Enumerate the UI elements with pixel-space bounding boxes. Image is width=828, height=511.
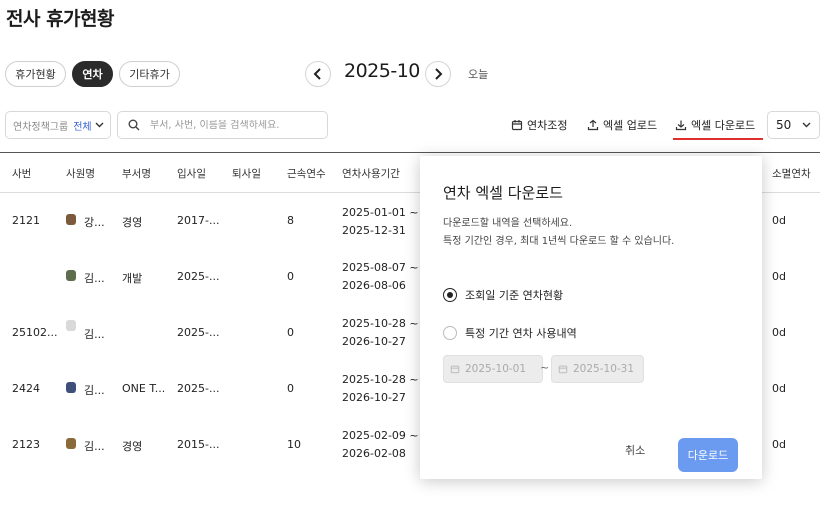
policy-group-select[interactable]: 연차정책그룹 전체 [5,111,111,139]
cell-join-date: 2025-... [177,326,220,339]
upload-icon [587,119,599,131]
cell-join-date: 2015-... [177,438,220,451]
cell-emp-no: 2424 [12,382,40,395]
chevron-down-icon [802,122,811,128]
cell-emp-no: 2123 [12,438,40,451]
prev-month-button[interactable] [305,61,331,87]
cell-period-end: 2026-02-08 [342,447,406,460]
column-header[interactable]: 근속연수 [287,166,326,181]
page-size-select[interactable]: 50 [767,111,820,139]
avatar [66,270,76,281]
cell-period-end: 2026-10-27 [342,335,406,348]
date-to-field[interactable]: 2025-10-31 [551,355,644,383]
chevron-right-icon [435,68,443,80]
cell-name[interactable]: 강... [84,214,105,230]
avatar [66,382,76,393]
cell-dept: 경영 [122,440,143,453]
policy-group-label: 연차정책그룹 [13,121,69,133]
cell-expired: 0d [772,382,786,395]
excel-upload-button[interactable]: 엑셀 업로드 [587,113,657,137]
download-button[interactable]: 다운로드 [678,438,738,472]
excel-download-label: 엑셀 다운로드 [691,119,756,132]
cell-years: 10 [287,438,301,451]
excel-upload-label: 엑셀 업로드 [603,119,658,132]
date-from-value: 2025-10-01 [465,363,527,375]
page-size-value: 50 [776,118,792,132]
cell-emp-no: 2121 [12,214,40,227]
cell-dept: ONE T... [122,382,166,395]
download-icon [675,120,687,131]
cell-expired: 0d [772,214,786,227]
option-period-usage-label: 특정 기간 연차 사용내역 [465,327,577,340]
excel-download-button[interactable]: 엑셀 다운로드 [675,113,755,137]
adjust-leave-label: 연차조정 [527,119,568,132]
cell-emp-no: 25102... [12,326,58,339]
cell-name[interactable]: 김... [84,270,105,286]
cell-join-date: 2025-... [177,382,220,395]
cell-join-date: 2025-... [177,270,220,283]
cell-period-end: 2026-08-06 [342,279,406,292]
option-current-status-label: 조회일 기준 연차현황 [465,289,564,302]
cell-name[interactable]: 김... [84,438,105,454]
excel-download-dialog: 연차 엑셀 다운로드 다운로드할 내역을 선택하세요. 특정 기간인 경우, 최… [420,156,762,479]
column-header[interactable]: 퇴사일 [232,166,261,181]
cell-period-end: 2025-12-31 [342,224,406,237]
cell-name[interactable]: 김... [84,382,105,398]
cancel-button[interactable]: 취소 [625,442,645,458]
cell-years: 8 [287,214,294,227]
option-period-usage[interactable]: 특정 기간 연차 사용내역 [443,325,643,341]
cell-years: 0 [287,382,294,395]
avatar [66,438,76,449]
dialog-title: 연차 엑셀 다운로드 [443,184,563,202]
column-header[interactable]: 소멸연차 [772,166,811,181]
column-header[interactable]: 연차사용기간 [342,166,400,181]
cell-dept: 경영 [122,216,143,229]
cell-dept: 개발 [122,272,143,285]
avatar [66,320,76,331]
date-separator: ~ [540,361,550,374]
cell-join-date: 2017-... [177,214,220,227]
current-month: 2025-10 [344,60,420,82]
page-title: 전사 휴가현황 [6,8,115,30]
next-month-button[interactable] [425,61,451,87]
column-header[interactable]: 부서명 [122,166,151,181]
cell-expired: 0d [772,270,786,283]
tab-other-leave[interactable]: 기타휴가 [119,61,180,87]
column-header[interactable]: 사원명 [66,166,95,181]
option-current-status[interactable]: 조회일 기준 연차현황 [443,287,643,303]
search-input[interactable] [150,119,320,131]
calendar-icon [558,365,568,374]
cell-expired: 0d [772,326,786,339]
tab-annual-leave[interactable]: 연차 [72,61,113,87]
search-box[interactable] [117,111,328,139]
cell-years: 0 [287,326,294,339]
tab-vacation-status[interactable]: 휴가현황 [5,61,66,87]
column-header[interactable]: 입사일 [177,166,206,181]
active-tool-underline [673,138,763,140]
today-button[interactable]: 오늘 [468,66,488,82]
chevron-down-icon [95,122,104,128]
chevron-left-icon [313,68,321,80]
avatar [66,214,76,225]
date-from-field[interactable]: 2025-10-01 [443,355,543,383]
cell-years: 0 [287,270,294,283]
calendar-icon [450,365,460,374]
cell-name[interactable]: 김... [84,326,105,342]
column-header[interactable]: 사번 [12,166,31,181]
calendar-icon [511,120,523,131]
dialog-description: 특정 기간인 경우, 최대 1년씩 다운로드 할 수 있습니다. [443,236,675,247]
radio-unchecked[interactable] [443,326,457,340]
policy-group-value: 전체 [73,121,92,133]
radio-checked[interactable] [443,288,457,302]
dialog-description: 다운로드할 내역을 선택하세요. [443,218,573,229]
search-icon [128,119,140,131]
date-to-value: 2025-10-31 [573,363,635,375]
cell-expired: 0d [772,438,786,451]
adjust-leave-button[interactable]: 연차조정 [511,113,567,137]
table-header-top-border [0,152,820,153]
cell-period-end: 2026-10-27 [342,391,406,404]
